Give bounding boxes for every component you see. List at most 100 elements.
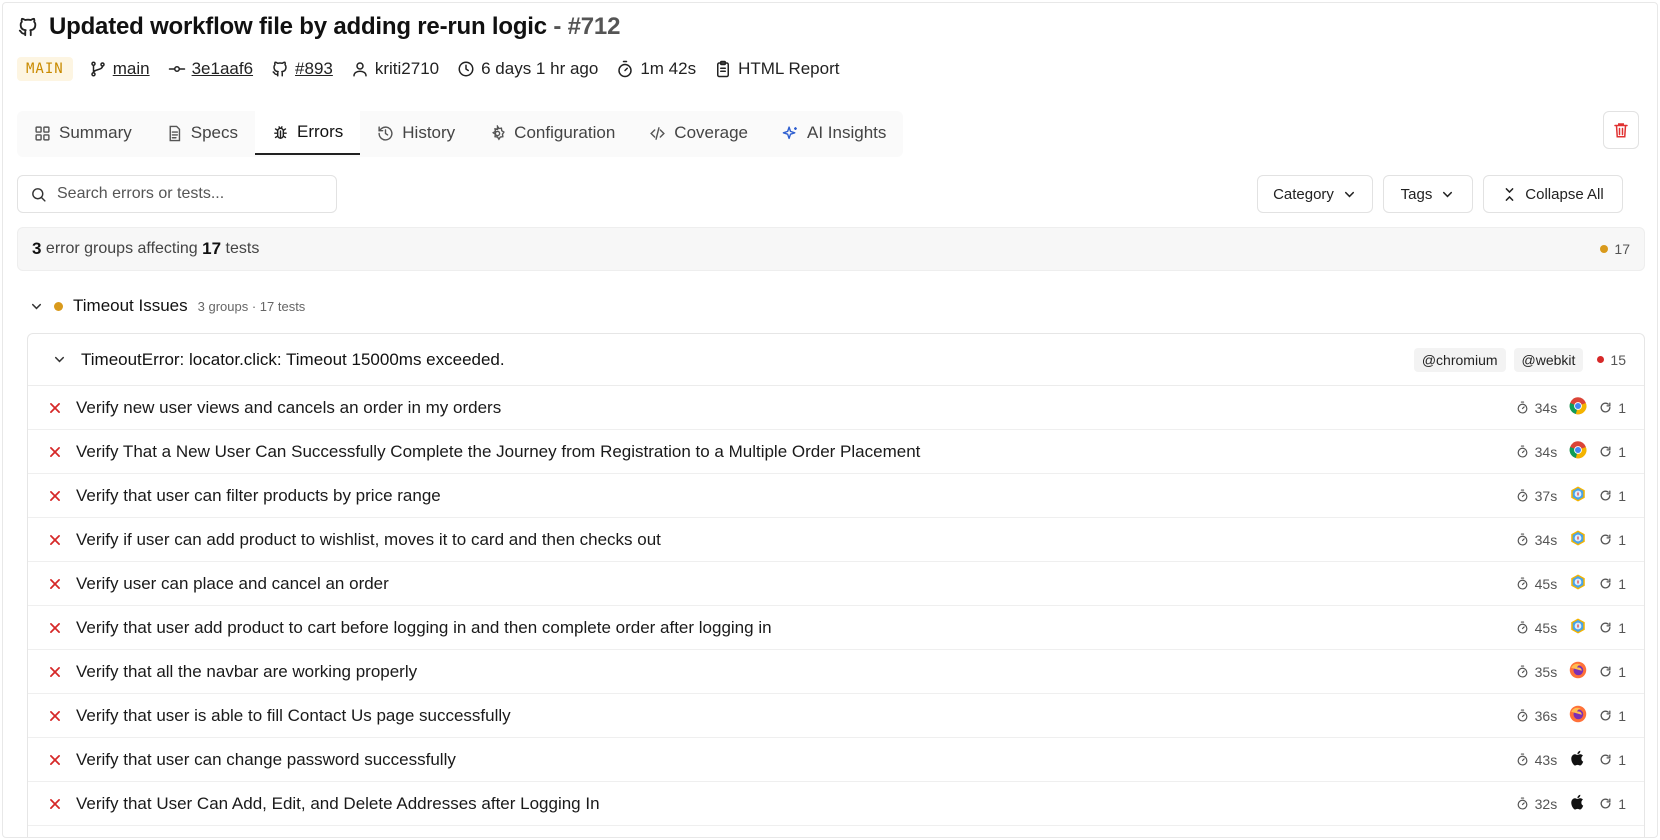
tab-label: Configuration (514, 123, 616, 142)
test-duration: 37s (1534, 487, 1558, 504)
collapse-all-button[interactable]: Collapse All (1483, 175, 1623, 213)
tab-coverage[interactable]: Coverage (632, 111, 765, 155)
tab-summary[interactable]: Summary (17, 111, 149, 155)
timer-icon (1517, 621, 1528, 634)
test-row[interactable]: Verify user can place and cancel an orde… (28, 562, 1644, 606)
chevron-down-icon (1443, 191, 1453, 197)
title-row: Updated workflow file by adding re-run l… (17, 13, 620, 41)
timer-icon (1517, 533, 1528, 546)
retry-icon (1600, 578, 1611, 589)
history-icon (378, 125, 393, 141)
code-icon (650, 126, 666, 140)
tags-dropdown[interactable]: Tags (1383, 175, 1473, 213)
commit-hash[interactable]: 3e1aaf6 (192, 59, 253, 79)
error-dot (1597, 356, 1605, 363)
sparkle-icon (782, 125, 797, 139)
test-row[interactable]: Verify new user views and cancels an ord… (28, 386, 1644, 430)
test-duration: 32s (1534, 795, 1558, 812)
retry-icon (1600, 534, 1611, 545)
pr-link[interactable]: #893 (271, 59, 333, 79)
test-name: Verify that user can filter products by … (76, 485, 441, 505)
summary-text: error groups affecting (41, 240, 203, 257)
browser-slot (1563, 529, 1593, 550)
retry-count: 1 (1618, 663, 1626, 680)
test-row[interactable]: Verify that user is able to fill Contact… (28, 694, 1644, 738)
tab-ai-insights[interactable]: AI Insights (765, 111, 903, 155)
html-report-link[interactable]: HTML Report (714, 59, 839, 79)
title-separator: - (546, 13, 568, 40)
test-duration: 34s (1534, 531, 1558, 548)
test-row[interactable]: Verify that all the navbar are working p… (28, 650, 1644, 694)
test-meta: 45s 1 (1516, 617, 1626, 638)
category-subtitle: 3 groups · 17 tests (197, 298, 306, 314)
fail-x-icon (50, 402, 60, 413)
category-dropdown[interactable]: Category (1257, 175, 1373, 213)
test-name: Verify that user is able to fill Contact… (76, 705, 511, 725)
trash-icon (1614, 123, 1628, 138)
error-group: TimeoutError: locator.click: Timeout 150… (27, 333, 1645, 837)
firefox-icon (1569, 661, 1587, 679)
pr-number[interactable]: #893 (295, 59, 333, 79)
chevron-down-icon[interactable] (29, 299, 44, 314)
duration-text: 1m 42s (640, 59, 697, 78)
html-report-label[interactable]: HTML Report (738, 59, 839, 79)
test-name: Verify new user views and cancels an ord… (76, 397, 502, 417)
tab-label: Errors (296, 122, 344, 141)
timer-icon (1517, 401, 1528, 414)
branch-badge: MAIN (17, 57, 73, 81)
webkit-icon (1571, 574, 1585, 590)
commit-link[interactable]: 3e1aaf6 (168, 59, 253, 79)
test-row[interactable]: Verify that user can change password suc… (28, 738, 1644, 782)
gear-icon (492, 124, 506, 140)
tab-specs[interactable]: Specs (149, 111, 255, 155)
run-number: #712 (567, 13, 621, 40)
test-row[interactable]: Verify That a New User Can Successfully … (28, 430, 1644, 474)
retry-count: 1 (1618, 795, 1626, 812)
author-name: kriti2710 (374, 59, 440, 78)
branch-name[interactable]: main (113, 59, 150, 79)
tag-chip: @chromium (1413, 347, 1506, 372)
webkit-icon (1571, 618, 1585, 634)
run-meta: MAIN main 3e1aaf6 #893 kriti2710 6 days … (17, 55, 857, 83)
search-box[interactable] (17, 175, 337, 213)
tab-configuration[interactable]: Configuration (472, 111, 632, 155)
test-row[interactable]: Verify that user can filter products by … (28, 474, 1644, 518)
browser-slot (1563, 617, 1593, 638)
category-label: Category (1273, 185, 1334, 203)
browser-slot (1563, 485, 1593, 506)
tab-history[interactable]: History (360, 111, 472, 155)
retry-count: 1 (1618, 619, 1626, 636)
browser-slot (1563, 397, 1593, 418)
browser-slot (1563, 793, 1593, 814)
browser-slot (1563, 661, 1593, 682)
browser-slot (1563, 705, 1593, 726)
summary-count: 17 (1600, 241, 1630, 257)
browser-slot (1563, 749, 1593, 770)
chevron-down-icon[interactable] (52, 352, 67, 367)
timer-icon (1517, 753, 1528, 766)
test-row[interactable]: Verify if user can add product to wishli… (28, 518, 1644, 562)
fail-x-icon (50, 710, 60, 721)
fail-x-icon (50, 666, 60, 677)
error-count-value: 15 (1610, 351, 1626, 368)
test-meta: 43s 1 (1516, 749, 1626, 770)
test-name: Verify that user can change password suc… (76, 749, 456, 769)
test-name: Verify user can place and cancel an orde… (76, 573, 389, 593)
github-icon (272, 61, 287, 77)
test-row[interactable]: Verify that user add product to cart bef… (28, 606, 1644, 650)
tab-errors[interactable]: Errors (254, 111, 361, 155)
duration: 1m 42s (616, 59, 696, 79)
timer-icon (1517, 577, 1528, 590)
search-input[interactable] (57, 185, 317, 203)
delete-run-button[interactable] (1603, 111, 1639, 149)
branch-link[interactable]: main (89, 59, 150, 79)
test-meta: 32s 1 (1516, 793, 1626, 814)
test-row[interactable]: Verify that User Can Add, Edit, and Dele… (28, 782, 1644, 826)
timer-icon (1517, 445, 1528, 458)
retry-icon (1600, 754, 1611, 765)
retry-icon (1600, 710, 1611, 721)
category-header[interactable]: Timeout Issues 3 groups · 17 tests (29, 293, 305, 319)
test-duration: 45s (1534, 619, 1558, 636)
summary-text: tests (221, 240, 260, 257)
error-group-header[interactable]: TimeoutError: locator.click: Timeout 150… (28, 334, 1644, 386)
